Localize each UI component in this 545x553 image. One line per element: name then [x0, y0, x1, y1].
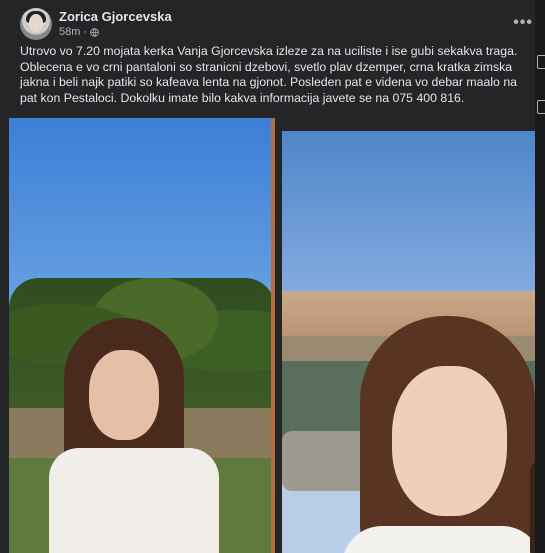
- post-header: Zorica Gjorcevska 58m · •••: [20, 8, 532, 42]
- author-name[interactable]: Zorica Gjorcevska: [59, 9, 172, 24]
- side-copy-icon[interactable]: [537, 100, 545, 114]
- post-time[interactable]: 58m: [59, 26, 80, 38]
- more-options-icon[interactable]: •••: [513, 14, 533, 32]
- post-card: Zorica Gjorcevska 58m · ••• Utrovo vo 7.…: [0, 0, 545, 553]
- post-photos: [0, 118, 545, 553]
- side-edit-icon[interactable]: [537, 55, 545, 69]
- meta-separator: ·: [83, 26, 88, 38]
- side-panel-edge: [535, 0, 545, 553]
- photo-1[interactable]: [9, 118, 275, 553]
- globe-icon[interactable]: [90, 27, 99, 37]
- author-avatar[interactable]: [20, 8, 52, 40]
- post-meta: 58m ·: [59, 26, 99, 38]
- photo-2[interactable]: [282, 131, 545, 553]
- post-text: Utrovo vo 7.20 mojata kerka Vanja Gjorce…: [20, 44, 518, 105]
